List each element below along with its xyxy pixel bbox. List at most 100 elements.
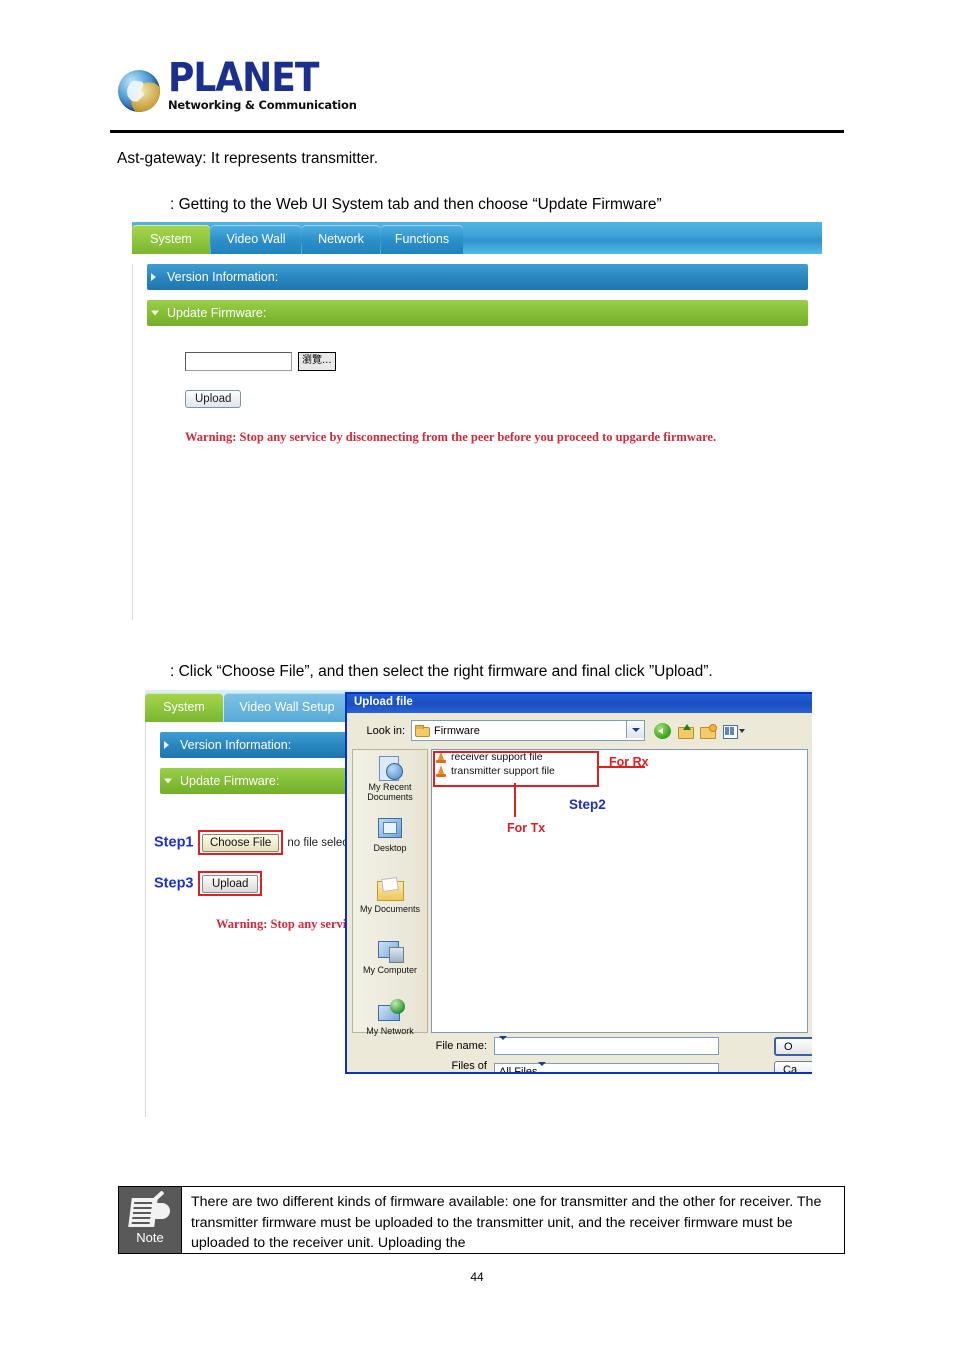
no-file-selected-text: no file selec	[287, 836, 349, 849]
webui-tabbar-1: System Video Wall Network Functions	[132, 222, 822, 254]
place-my-recent-documents[interactable]: My Recent Documents	[353, 750, 427, 811]
step3-row: Step3 Upload	[154, 871, 376, 896]
place-label: My Network	[366, 1026, 414, 1036]
annotation-for-rx: For Rx	[609, 755, 649, 769]
note-box: Note There are two different kinds of fi…	[118, 1186, 845, 1254]
file-chooser-row: 瀏覽...	[185, 352, 822, 371]
my-documents-icon	[375, 877, 405, 903]
tab-system[interactable]: System	[145, 693, 223, 722]
firmware-form: 瀏覽... Upload Warning: Stop any service b…	[133, 326, 822, 445]
my-computer-icon	[375, 938, 405, 964]
place-label: Desktop	[373, 843, 407, 853]
open-button[interactable]: O	[774, 1037, 812, 1056]
files-of-type-value: All Files	[499, 1066, 538, 1074]
screenshot-choose-file: System Video Wall Setup Version Informat…	[145, 690, 812, 1117]
firmware-warning-text: Warning: Stop any service by disconnecti…	[185, 430, 717, 444]
dialog-toolbar	[654, 722, 745, 739]
leader-line-tx	[514, 783, 516, 817]
logo-tagline: Networking & Communication	[168, 98, 357, 112]
place-my-documents[interactable]: My Documents	[353, 872, 427, 933]
dialog-body: Look in: Firmware My Recent Documents De…	[347, 713, 812, 1072]
dialog-bottom-fields: File name: O Files of type: All Files	[431, 1036, 812, 1074]
webui-panel-1: Version Information: Update Firmware: 瀏覽…	[132, 264, 822, 620]
browse-button[interactable]: 瀏覽...	[298, 352, 336, 371]
screenshot-update-firmware: System Video Wall Network Functions Vers…	[132, 222, 822, 620]
chevron-down-icon[interactable]	[537, 1062, 546, 1072]
chevron-down-icon[interactable]	[626, 721, 644, 738]
file-name-row: File name: O	[431, 1036, 812, 1056]
planet-logo: PLANET Networking & Communication	[118, 58, 357, 112]
place-my-computer[interactable]: My Computer	[353, 933, 427, 994]
chevron-down-icon	[164, 778, 172, 784]
logo-wordmark: PLANET	[168, 55, 319, 101]
section-update-firmware[interactable]: Update Firmware:	[147, 300, 808, 326]
step1-caption: : Getting to the Web UI System tab and t…	[170, 196, 662, 213]
tab-functions[interactable]: Functions	[381, 225, 463, 254]
planet-globe-icon	[118, 69, 160, 112]
chevron-right-icon	[151, 273, 156, 281]
logo-text-block: PLANET Networking & Communication	[168, 58, 357, 112]
place-my-network[interactable]: My Network	[353, 994, 427, 1055]
tab-network[interactable]: Network	[302, 225, 380, 254]
place-label: My Recent Documents	[367, 782, 413, 802]
files-of-type-select[interactable]: All Files	[494, 1062, 719, 1074]
upload-button[interactable]: Upload	[185, 390, 242, 408]
annotation-for-tx: For Tx	[507, 821, 546, 835]
note-writing-icon	[128, 1189, 170, 1229]
recent-documents-icon	[375, 755, 405, 781]
tab-video-wall-setup[interactable]: Video Wall Setup	[224, 693, 350, 722]
upload-button[interactable]: Upload	[201, 875, 259, 893]
place-desktop[interactable]: Desktop	[353, 811, 427, 872]
look-in-combobox[interactable]: Firmware	[411, 720, 645, 741]
look-in-value: Firmware	[434, 724, 480, 737]
tab-system[interactable]: System	[132, 225, 210, 254]
files-of-type-label: Files of type:	[451, 1060, 487, 1072]
place-label: My Computer	[362, 965, 417, 975]
note-label: Note	[136, 1229, 164, 1245]
file-path-input[interactable]	[185, 352, 292, 371]
choose-file-highlight: Choose File	[197, 830, 284, 855]
my-network-icon	[375, 999, 405, 1025]
upload-file-dialog: Upload file Look in: Firmware My Recent …	[345, 692, 812, 1074]
look-in-label: Look in:	[366, 724, 405, 737]
places-bar: My Recent Documents Desktop My Documents…	[352, 749, 428, 1036]
chevron-down-icon	[151, 310, 159, 316]
up-folder-icon[interactable]	[677, 723, 694, 739]
step2-caption: : Click “Choose File”, and then select t…	[170, 663, 713, 680]
step3-label: Step3	[154, 875, 194, 892]
folder-icon	[415, 724, 430, 737]
file-list[interactable]: receiver support file transmitter suppor…	[431, 749, 808, 1033]
file-name-label: File name:	[435, 1040, 487, 1052]
document-page: PLANET Networking & Communication Ast-ga…	[0, 0, 954, 1350]
section-label: Update Firmware:	[180, 774, 280, 788]
section-label: Version Information:	[180, 738, 292, 752]
header-divider	[110, 130, 844, 133]
files-of-type-row: Files of type: All Files Ca	[431, 1060, 812, 1074]
section-version-information[interactable]: Version Information:	[147, 264, 808, 290]
desktop-icon	[375, 816, 405, 842]
annotation-step2: Step2	[569, 797, 606, 812]
cancel-button[interactable]: Ca	[774, 1061, 812, 1072]
section-label: Update Firmware:	[167, 306, 267, 320]
tab-video-wall[interactable]: Video Wall	[211, 225, 301, 254]
step1-row: Step1 Choose File no file selec	[154, 830, 376, 855]
steps-column: Step1 Choose File no file selec Step3 Upl…	[146, 830, 376, 896]
file-name-input[interactable]	[494, 1036, 719, 1055]
section-label: Version Information:	[167, 270, 279, 284]
views-icon[interactable]	[723, 723, 745, 739]
file-selection-highlight	[433, 751, 599, 787]
upload-highlight: Upload	[197, 871, 263, 896]
lead-paragraph: Ast-gateway: It represents transmitter.	[117, 150, 379, 167]
note-text: There are two different kinds of firmwar…	[191, 1194, 822, 1251]
dialog-title: Upload file	[347, 694, 812, 713]
look-in-row: Look in: Firmware	[347, 713, 812, 747]
note-icon-cell: Note	[119, 1187, 182, 1253]
back-icon[interactable]	[654, 722, 671, 739]
chevron-right-icon	[164, 741, 169, 749]
chevron-down-icon[interactable]	[499, 1036, 507, 1052]
choose-file-button[interactable]: Choose File	[201, 834, 280, 852]
page-number: 44	[470, 1270, 484, 1284]
place-label: My Documents	[359, 904, 421, 914]
new-folder-icon[interactable]	[700, 723, 717, 739]
step1-label: Step1	[154, 834, 194, 851]
